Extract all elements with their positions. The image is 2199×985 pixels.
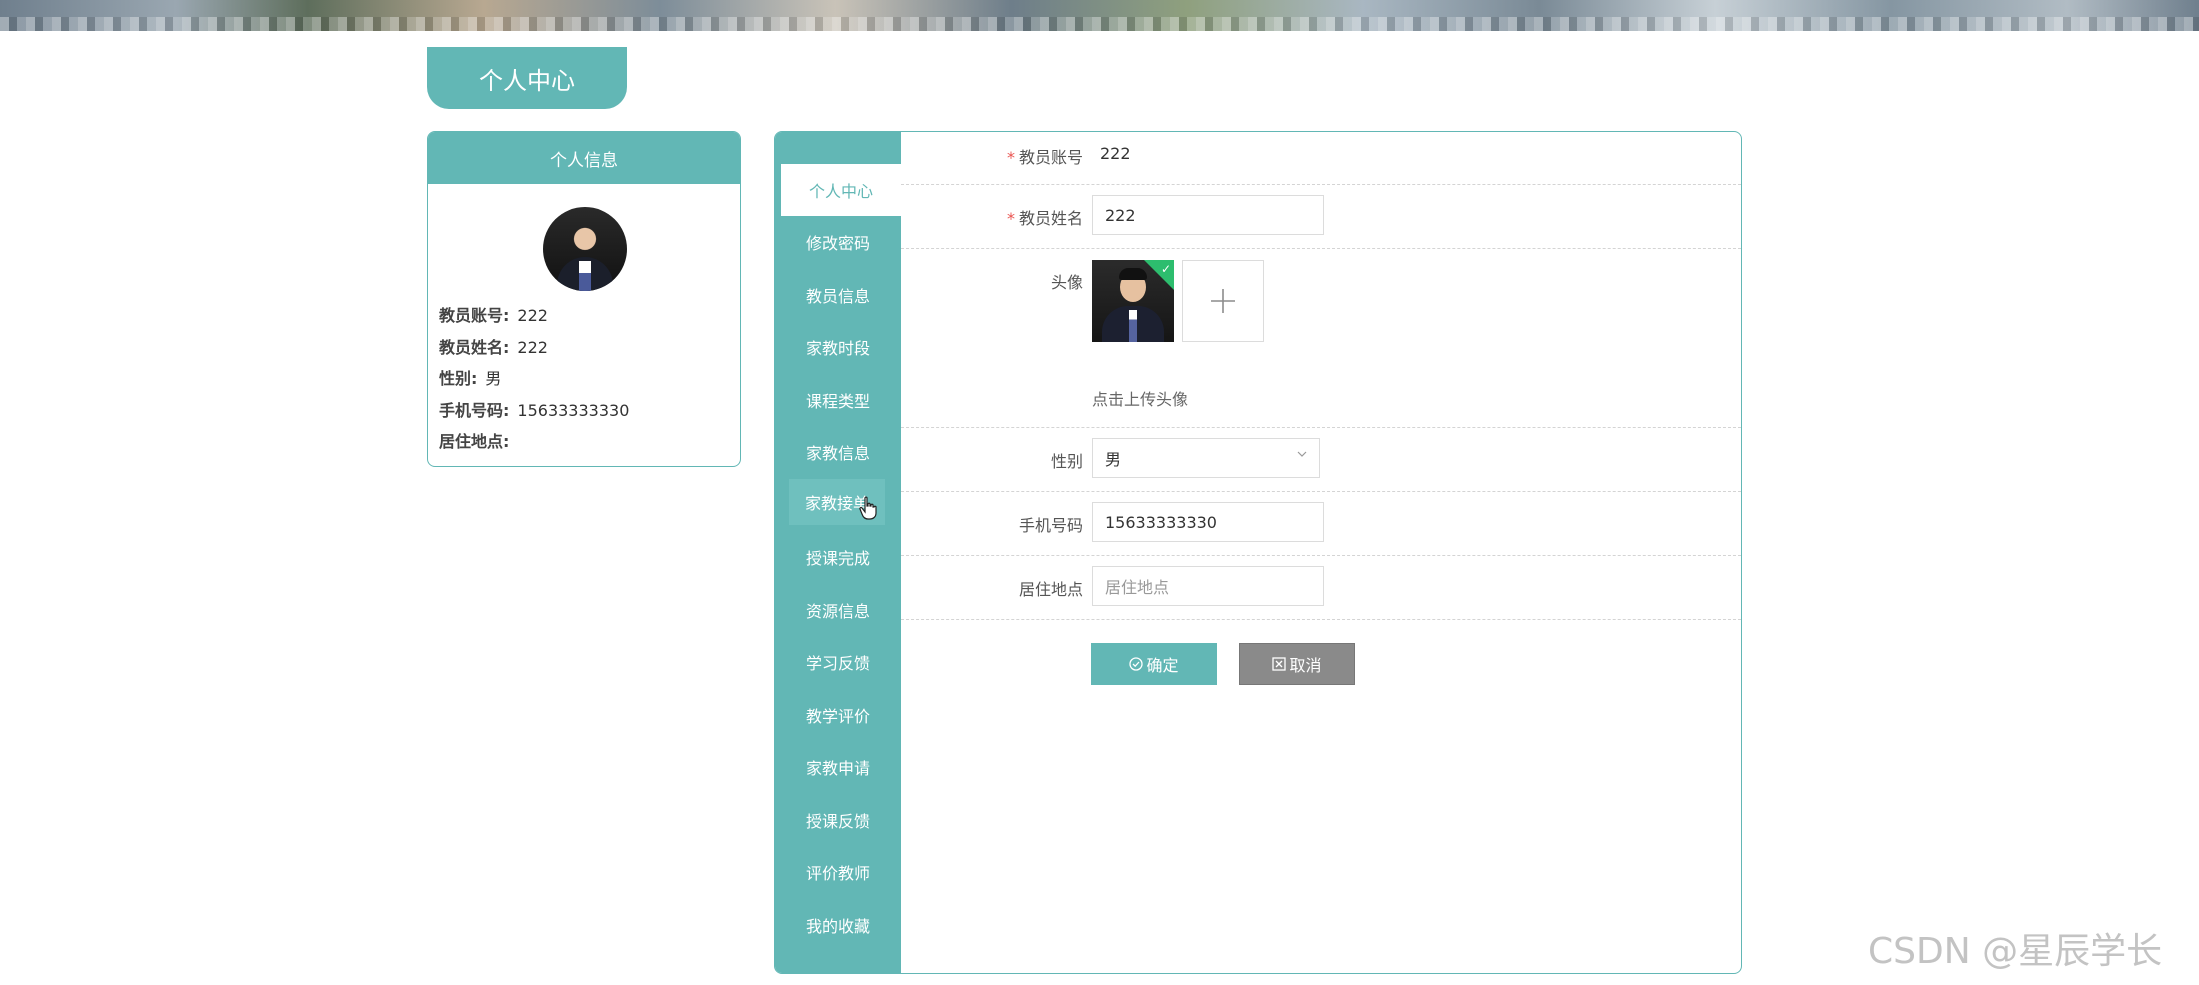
- sidebar-item-rate-teacher[interactable]: 评价教师: [775, 846, 901, 898]
- address-input[interactable]: 居住地点: [1092, 566, 1324, 606]
- page-title-tab[interactable]: 个人中心: [427, 47, 627, 109]
- name-input[interactable]: 222: [1092, 195, 1324, 235]
- form-row-phone: 手机号码 15633333330: [901, 492, 1741, 556]
- avatar-thumbnail[interactable]: ✓: [1092, 260, 1174, 342]
- sidebar-item-lessons-completed[interactable]: 授课完成: [775, 531, 901, 583]
- account-value: 222: [1100, 144, 1131, 163]
- check-icon: ✓: [1160, 262, 1171, 276]
- header-banner-image: [0, 0, 2199, 31]
- confirm-button[interactable]: 确定: [1091, 643, 1217, 685]
- sidebar-item-tutoring-applications[interactable]: 家教申请: [775, 741, 901, 793]
- sidebar-item-my-favorites[interactable]: 我的收藏: [775, 899, 901, 951]
- form-row-avatar: 头像 ✓ 点击上传头像: [901, 249, 1741, 428]
- sidebar-item-tutoring-info[interactable]: 家教信息: [775, 426, 901, 478]
- info-row-name: 教员姓名: 222: [439, 338, 548, 357]
- form-row-address: 居住地点 居住地点: [901, 556, 1741, 620]
- form-row-gender: 性别 男: [901, 428, 1741, 492]
- watermark: CSDN @星辰学长: [1868, 931, 2163, 972]
- address-label: 居住地点: [1018, 580, 1083, 599]
- name-label: * 教员姓名: [1006, 209, 1083, 228]
- hand-cursor-icon: [859, 496, 877, 520]
- avatar-label: 头像: [1050, 273, 1083, 292]
- avatar-upload-button[interactable]: [1182, 260, 1264, 342]
- plus-icon: [1211, 289, 1235, 313]
- phone-label: 手机号码: [1018, 516, 1083, 535]
- sidebar-item-resources[interactable]: 资源信息: [775, 584, 901, 636]
- check-circle-icon: [1129, 657, 1144, 671]
- main-panel: 个人中心 修改密码 教员信息 家教时段 课程类型 家教信息 家教接单 授课完成 …: [774, 131, 1742, 974]
- info-row-phone: 手机号码: 15633333330: [439, 401, 630, 420]
- sidebar-item-tutor-info[interactable]: 教员信息: [775, 269, 901, 321]
- profile-card-title: 个人信息: [550, 150, 618, 171]
- close-square-icon: [1272, 657, 1287, 671]
- info-row-gender: 性别: 男: [439, 369, 502, 388]
- gender-select[interactable]: 男: [1092, 438, 1320, 478]
- sidebar-item-change-password[interactable]: 修改密码: [775, 216, 901, 268]
- chevron-down-icon: [1297, 451, 1307, 457]
- profile-card: 个人信息 教员账号: 222 教员姓名: 222 性别: 男 手机号码: 1563333…: [427, 131, 741, 467]
- info-row-address: 居住地点:: [439, 432, 510, 451]
- sidebar-item-course-types[interactable]: 课程类型: [775, 374, 901, 426]
- sidebar-item-teaching-evaluation[interactable]: 教学评价: [775, 689, 901, 741]
- sidebar-menu: 个人中心 修改密码 教员信息 家教时段 课程类型 家教信息 家教接单 授课完成 …: [775, 132, 901, 973]
- info-row-account: 教员账号: 222: [439, 306, 548, 325]
- phone-input[interactable]: 15633333330: [1092, 502, 1324, 542]
- upload-avatar-hint[interactable]: 点击上传头像: [1092, 386, 1188, 410]
- sidebar-item-learning-feedback[interactable]: 学习反馈: [775, 636, 901, 688]
- sidebar-item-tutoring-slots[interactable]: 家教时段: [775, 321, 901, 373]
- cancel-button[interactable]: 取消: [1239, 643, 1355, 685]
- gender-label: 性别: [1050, 452, 1083, 471]
- profile-card-header: 个人信息: [428, 132, 740, 184]
- avatar: [543, 207, 627, 291]
- form-row-name: * 教员姓名 222: [901, 185, 1741, 249]
- sidebar-item-lesson-feedback[interactable]: 授课反馈: [775, 794, 901, 846]
- sidebar-item-personal-center[interactable]: 个人中心: [781, 164, 901, 216]
- account-label: * 教员账号: [1006, 148, 1083, 167]
- form-row-account: * 教员账号 222: [901, 132, 1741, 185]
- page-title: 个人中心: [479, 66, 575, 95]
